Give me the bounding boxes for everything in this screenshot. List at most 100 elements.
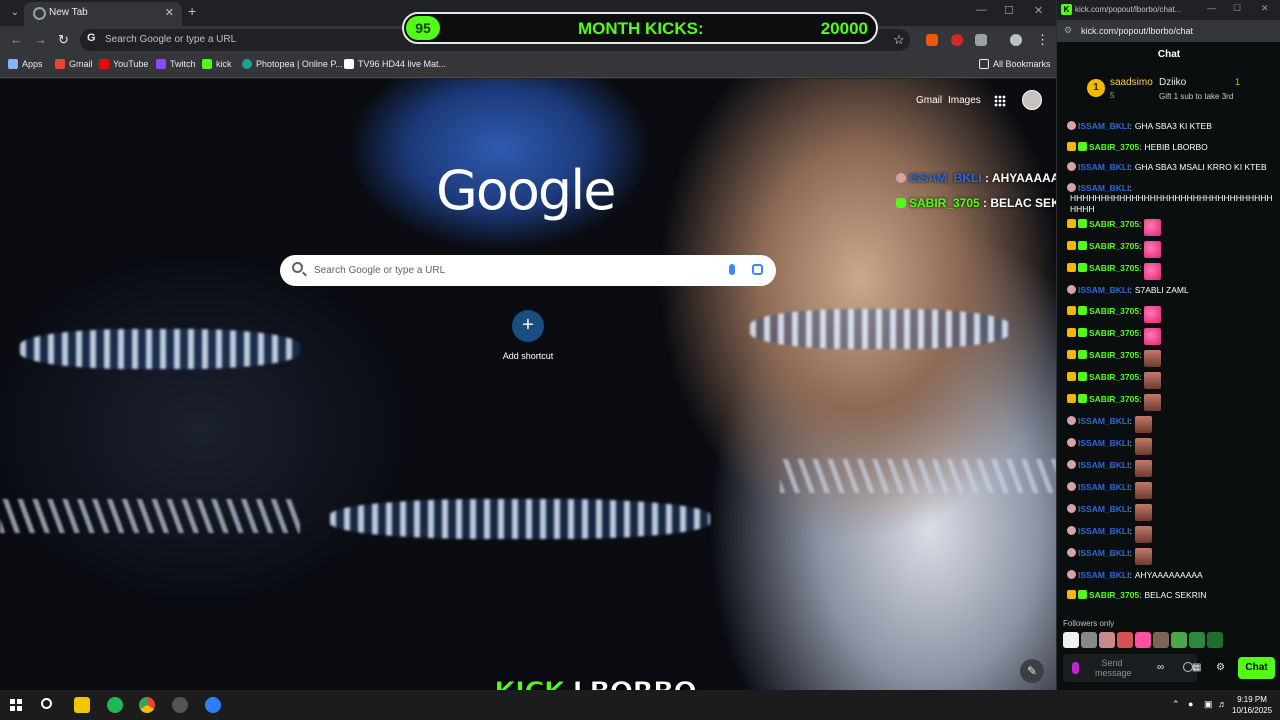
close-window-icon[interactable]: ✕ [1034, 4, 1043, 17]
spotify-icon[interactable] [107, 697, 123, 713]
face-emote-icon[interactable] [1134, 481, 1152, 499]
microphone-icon[interactable]: ● [1188, 699, 1193, 709]
face-emote-icon[interactable] [1134, 547, 1152, 565]
bookmark-youtube[interactable]: YouTube [99, 59, 148, 69]
emote-icon[interactable] [1099, 632, 1115, 648]
app-blue-icon[interactable] [205, 697, 221, 713]
chat-username[interactable]: ISSAM_BKLI [1078, 526, 1129, 537]
chat-username[interactable]: ISSAM_BKLI [1078, 504, 1129, 515]
bookmark-photopea[interactable]: Photopea | Online P... [242, 59, 343, 69]
chat-username[interactable]: ISSAM_BKLI [1078, 482, 1129, 493]
chrome-icon[interactable] [139, 697, 155, 713]
chat-username[interactable]: ISSAM_BKLI [1078, 548, 1129, 559]
settings-gear-icon[interactable]: ⚙ [1216, 662, 1225, 673]
google-lens-icon[interactable] [752, 264, 763, 275]
emote-icon[interactable] [1153, 632, 1169, 648]
microphone-icon[interactable] [729, 264, 735, 275]
profile-icon[interactable] [1010, 34, 1022, 46]
add-shortcut-button[interactable]: + [512, 310, 544, 342]
chat-username[interactable]: ISSAM_BKLI [1078, 162, 1129, 173]
pink-emote-icon[interactable] [1144, 241, 1162, 259]
chat-message-input[interactable]: Send message [1063, 654, 1197, 682]
leader-first-name[interactable]: saadsimo [1110, 77, 1153, 88]
chat-username[interactable]: SABIR_3705 [1089, 350, 1139, 361]
bookmark-kick[interactable]: kick [202, 59, 232, 69]
face-emote-icon[interactable] [1144, 393, 1162, 411]
google-apps-icon[interactable] [994, 95, 1006, 107]
volume-icon[interactable]: ♬ [1218, 699, 1227, 709]
chat-username[interactable]: SABIR_3705 [1089, 263, 1139, 274]
send-chat-button[interactable]: Chat [1238, 657, 1275, 679]
pink-emote-icon[interactable] [1144, 327, 1162, 345]
close-tab-icon[interactable]: ✕ [165, 6, 174, 19]
face-emote-icon[interactable] [1144, 349, 1162, 367]
chat-username[interactable]: ISSAM_BKLI [1078, 121, 1129, 132]
reload-icon[interactable]: ↻ [58, 32, 69, 48]
face-emote-icon[interactable] [1134, 459, 1152, 477]
kick-url-bar[interactable]: ⚙ kick.com/popout/lborbo/chat [1057, 20, 1280, 42]
chat-message-list[interactable]: ISSAM_BKLI: GHA SBA3 KI KTEB SABIR_3705: HE… [1057, 116, 1280, 616]
forward-icon[interactable]: → [34, 32, 47, 47]
maximize-icon[interactable]: ☐ [1004, 4, 1014, 17]
face-emote-icon[interactable] [1134, 525, 1152, 543]
pink-emote-icon[interactable] [1144, 305, 1162, 323]
obs-icon[interactable] [172, 697, 188, 713]
all-bookmarks[interactable]: All Bookmarks [979, 59, 1051, 69]
chat-username[interactable]: SABIR_3705 [1089, 590, 1139, 601]
chat-username[interactable]: ISSAM_BKLI [1078, 460, 1129, 471]
close-window-icon[interactable]: ✕ [1261, 3, 1269, 14]
more-menu-icon[interactable]: ⋮ [1036, 32, 1049, 48]
emote-icon[interactable] [1207, 632, 1223, 648]
emote-icon[interactable] [1117, 632, 1133, 648]
chat-username[interactable]: SABIR_3705 [1089, 142, 1139, 153]
emote-icon[interactable] [1189, 632, 1205, 648]
emote-icon[interactable] [1135, 632, 1151, 648]
chat-username[interactable]: ISSAM_BKLI [1078, 570, 1129, 581]
extension-fox-icon[interactable] [926, 34, 938, 46]
pencil-icon[interactable]: ✎ [1020, 659, 1044, 683]
minimize-icon[interactable]: — [1207, 3, 1216, 13]
tab-new-tab[interactable]: New Tab ✕ [24, 2, 182, 26]
face-emote-icon[interactable] [1134, 503, 1152, 521]
chat-username[interactable]: ISSAM_BKLI [1078, 438, 1129, 449]
new-tab-button[interactable]: + [188, 3, 196, 19]
emote-icon[interactable] [1063, 632, 1079, 648]
emote-icon[interactable] [1081, 632, 1097, 648]
face-emote-icon[interactable] [1144, 371, 1162, 389]
minimize-icon[interactable]: — [976, 4, 987, 16]
extensions-puzzle-icon[interactable] [975, 34, 987, 46]
ntp-search-box[interactable]: Search Google or type a URL [280, 255, 776, 286]
chat-username[interactable]: ISSAM_BKLI [1078, 183, 1129, 194]
store-icon[interactable]: ▦ [1192, 662, 1201, 673]
file-explorer-icon[interactable] [74, 697, 90, 713]
link-chain-icon[interactable]: ∞ [1157, 662, 1164, 673]
emote-icon[interactable] [1171, 632, 1187, 648]
images-link[interactable]: Images [948, 95, 981, 106]
pink-emote-icon[interactable] [1144, 219, 1162, 237]
account-avatar[interactable] [1022, 90, 1042, 110]
maximize-icon[interactable]: ☐ [1233, 3, 1241, 14]
chat-username[interactable]: SABIR_3705 [1089, 306, 1139, 317]
bookmark-gmail[interactable]: Gmail [55, 59, 93, 69]
bookmark-apps[interactable]: Apps [8, 59, 43, 69]
search-icon[interactable] [41, 698, 52, 709]
chat-username[interactable]: SABIR_3705 [1089, 394, 1139, 405]
chat-username[interactable]: ISSAM_BKLI [1078, 285, 1129, 296]
chat-username[interactable]: SABIR_3705 [1089, 219, 1139, 230]
extension-red-icon[interactable] [951, 34, 963, 46]
bookmark-tv96[interactable]: TV96 HD44 live Mat... [344, 59, 446, 69]
gmail-link[interactable]: Gmail [916, 95, 942, 106]
chat-username[interactable]: SABIR_3705 [1089, 241, 1139, 252]
taskbar-clock[interactable]: 9:19 PM 10/16/2025 [1232, 694, 1272, 716]
pink-emote-icon[interactable] [1144, 263, 1162, 281]
bookmark-twitch[interactable]: Twitch [156, 59, 196, 69]
microphone-icon[interactable] [1072, 662, 1079, 674]
face-emote-icon[interactable] [1134, 415, 1152, 433]
tray-chevron-icon[interactable]: ⌃ [1172, 699, 1180, 710]
chat-username[interactable]: SABIR_3705 [1089, 372, 1139, 383]
chat-username[interactable]: ISSAM_BKLI [1078, 416, 1129, 427]
leader-second-name[interactable]: Dziiko [1159, 77, 1186, 88]
tab-search-icon[interactable]: ⌄ [6, 4, 24, 22]
back-icon[interactable]: ← [10, 32, 23, 47]
face-emote-icon[interactable] [1134, 437, 1152, 455]
